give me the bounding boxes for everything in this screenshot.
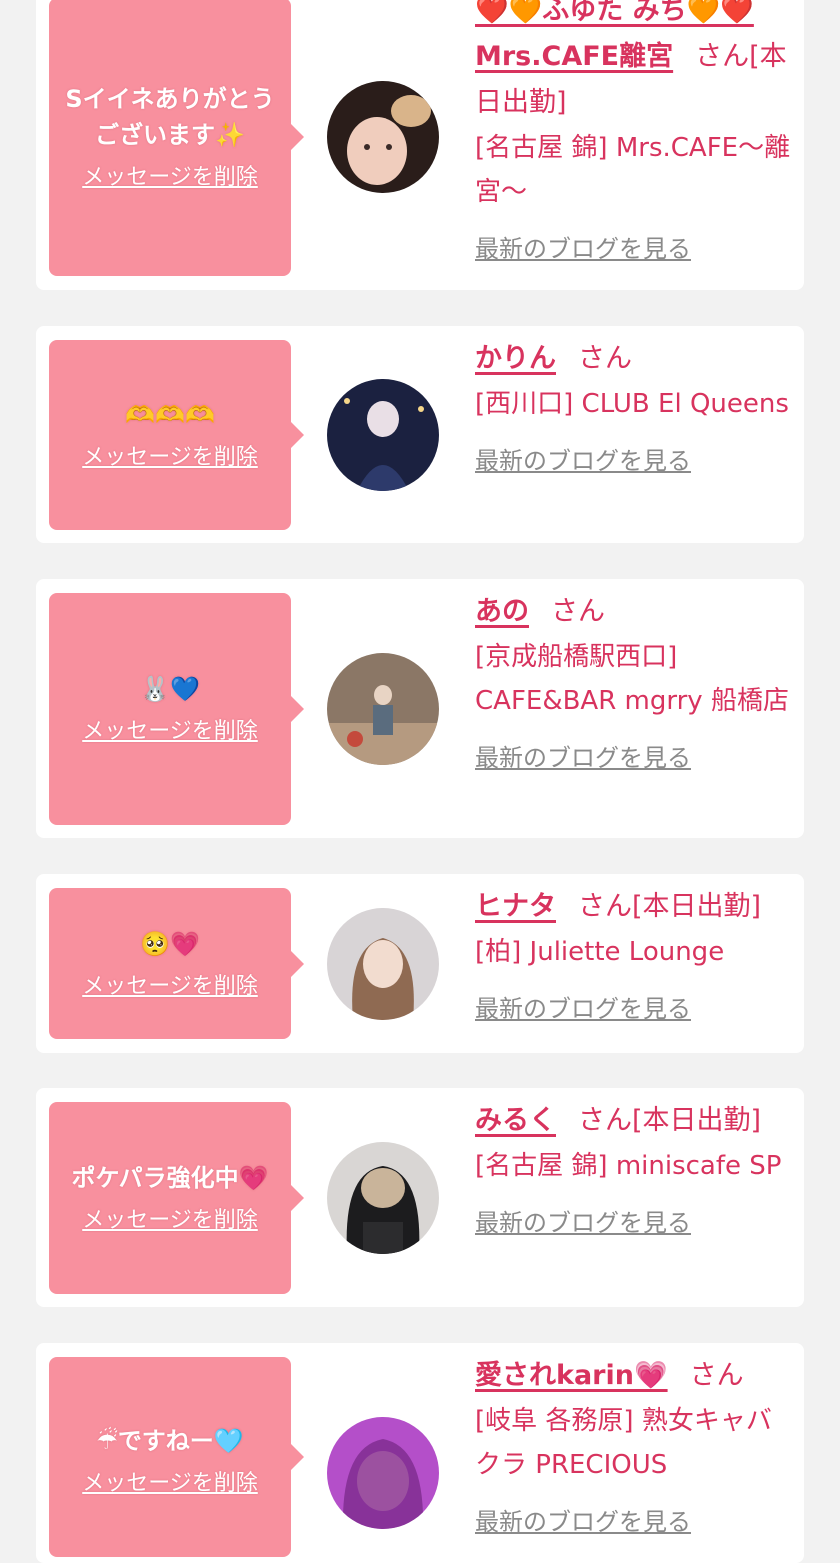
shop-label: [名古屋 錦] Mrs.CAFE〜離宮〜	[475, 133, 791, 207]
honorific: さん	[695, 41, 750, 72]
message-bubble: 🐰💙 メッセージを削除	[49, 593, 304, 825]
message-bubble: ポケパラ強化中💗 メッセージを削除	[49, 1102, 304, 1294]
profile-name-link[interactable]: かりん	[475, 343, 556, 374]
avatar[interactable]	[327, 1142, 439, 1254]
shop-label: [西川口] CLUB El Queens	[475, 389, 789, 419]
profile-info: みるく さん[本日出勤] [名古屋 錦] miniscafe SP 最新のブログを…	[475, 1098, 795, 1238]
message-text: ☔ですねー🩵	[96, 1427, 244, 1455]
avatar[interactable]	[327, 653, 439, 765]
message-text: Sイイネありがとうございます✨	[65, 85, 275, 149]
avatar[interactable]	[327, 379, 439, 491]
message-bubble: 🫶🫶🫶 メッセージを削除	[49, 340, 304, 530]
avatar[interactable]	[327, 908, 439, 1020]
list-item: 🫶🫶🫶 メッセージを削除 かりん さん [西川口] CLUB El Queens …	[36, 326, 804, 543]
shop-label: [名古屋 錦] miniscafe SP	[475, 1151, 782, 1181]
blog-link[interactable]: 最新のブログを見る	[475, 1208, 691, 1238]
blog-link[interactable]: 最新のブログを見る	[475, 743, 691, 773]
message-text: 🥺💗	[140, 929, 200, 958]
list-item: ポケパラ強化中💗 メッセージを削除 みるく さん[本日出勤] [名古屋 錦] mi…	[36, 1088, 804, 1307]
honorific: さん	[578, 1105, 632, 1136]
honorific: さん	[689, 1360, 744, 1391]
avatar[interactable]	[327, 81, 439, 193]
delete-message-link[interactable]: メッセージを削除	[82, 1469, 258, 1499]
message-text: 🐰💙	[140, 675, 200, 703]
profile-info: ❤️🧡ふゆた みち🧡❤️Mrs.CAFE離宮 さん[本日出勤] [名古屋 錦] M…	[475, 0, 795, 264]
message-bubble: Sイイネありがとうございます✨ メッセージを削除	[49, 0, 304, 276]
message-text: ポケパラ強化中💗	[71, 1164, 269, 1192]
profile-info: あの さん [京成船橋駅西口] CAFE&BAR mgrry 船橋店 最新のブログ…	[475, 589, 795, 773]
profile-info: かりん さん [西川口] CLUB El Queens 最新のブログを見る	[475, 336, 795, 476]
delete-message-link[interactable]: メッセージを削除	[82, 972, 258, 1002]
list-item: ☔ですねー🩵 メッセージを削除 愛されkarin💗 さん [岐阜 各務原] 熟女キ…	[36, 1343, 804, 1563]
blog-link[interactable]: 最新のブログを見る	[475, 234, 691, 264]
profile-info: 愛されkarin💗 さん [岐阜 各務原] 熟女キャバクラ PRECIOUS 最新…	[475, 1353, 795, 1537]
delete-message-link[interactable]: メッセージを削除	[82, 443, 258, 473]
delete-message-link[interactable]: メッセージを削除	[82, 717, 258, 747]
profile-info: ヒナタ さん[本日出勤] [柏] Juliette Lounge 最新のブログを見…	[475, 884, 795, 1024]
blog-link[interactable]: 最新のブログを見る	[475, 994, 691, 1024]
blog-link[interactable]: 最新のブログを見る	[475, 1507, 691, 1537]
honorific: さん	[578, 891, 632, 922]
message-text: 🫶🫶🫶	[125, 401, 215, 429]
honorific: さん	[551, 596, 605, 627]
delete-message-link[interactable]: メッセージを削除	[82, 163, 258, 193]
delete-message-link[interactable]: メッセージを削除	[82, 1206, 258, 1236]
profile-name-link[interactable]: 愛されkarin💗	[475, 1360, 668, 1391]
profile-name-link[interactable]: あの	[475, 596, 529, 627]
shop-label: [柏] Juliette Lounge	[475, 937, 725, 967]
profile-name-link[interactable]: ヒナタ	[475, 891, 556, 922]
message-bubble: ☔ですねー🩵 メッセージを削除	[49, 1357, 304, 1557]
list-item: 🥺💗 メッセージを削除 ヒナタ さん[本日出勤] [柏] Juliette Lou…	[36, 874, 804, 1053]
profile-name-link[interactable]: みるく	[475, 1105, 556, 1136]
status-badge: [本日出勤]	[632, 891, 762, 922]
shop-label: [岐阜 各務原] 熟女キャバクラ PRECIOUS	[475, 1406, 772, 1480]
list-item: Sイイネありがとうございます✨ メッセージを削除 ❤️🧡ふゆた みち🧡❤️Mrs…	[36, 0, 804, 290]
message-bubble: 🥺💗 メッセージを削除	[49, 888, 304, 1039]
shop-label: [京成船橋駅西口] CAFE&BAR mgrry 船橋店	[475, 642, 789, 716]
honorific: さん	[578, 343, 632, 374]
avatar[interactable]	[327, 1417, 439, 1529]
status-badge: [本日出勤]	[632, 1105, 762, 1136]
blog-link[interactable]: 最新のブログを見る	[475, 446, 691, 476]
list-item: 🐰💙 メッセージを削除 あの さん [京成船橋駅西口] CAFE&BAR mgrr…	[36, 579, 804, 838]
